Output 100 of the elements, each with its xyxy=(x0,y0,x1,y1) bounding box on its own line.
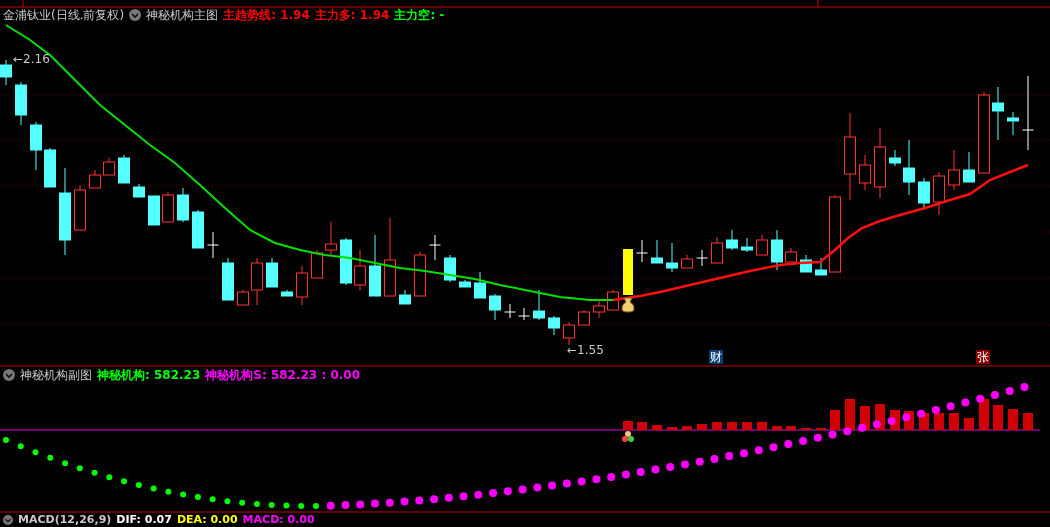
candlestick xyxy=(429,234,441,261)
indicator-dot xyxy=(180,491,187,498)
candlestick xyxy=(222,257,234,301)
candlestick xyxy=(815,257,827,276)
indicator-dot xyxy=(562,479,571,488)
indicator-dot xyxy=(828,430,837,439)
histogram-bar xyxy=(682,426,692,430)
candlestick xyxy=(74,184,86,231)
indicator-dot xyxy=(769,443,778,452)
candlestick xyxy=(593,299,605,319)
indicator-dot xyxy=(518,485,527,494)
indicator-dot xyxy=(356,500,365,509)
candlestick xyxy=(504,303,516,319)
candlestick xyxy=(251,257,263,306)
candlestick xyxy=(340,237,352,286)
money-bag-icon xyxy=(621,297,635,313)
indicator-dot xyxy=(253,501,260,507)
indicator-dot xyxy=(194,494,201,500)
indicator-dot xyxy=(710,454,719,463)
candlestick xyxy=(177,187,189,223)
candlestick xyxy=(325,221,337,256)
histogram-bar xyxy=(697,424,707,430)
candlestick xyxy=(266,257,278,288)
candlestick xyxy=(563,321,575,346)
candlestick xyxy=(162,191,174,223)
candlestick xyxy=(681,254,693,269)
indicator-dot xyxy=(150,485,157,492)
indicator-dot xyxy=(872,420,881,429)
histogram-bar xyxy=(949,413,959,430)
histogram-bar xyxy=(637,422,647,430)
indicator-dot xyxy=(62,460,69,467)
candlestick xyxy=(636,239,648,263)
candlestick xyxy=(518,307,530,321)
candlestick xyxy=(889,149,901,167)
histogram-bar xyxy=(623,421,633,430)
indicator-dot xyxy=(489,489,498,498)
candlestick xyxy=(474,271,486,299)
candlestick xyxy=(874,127,886,199)
indicator-dot xyxy=(268,501,275,508)
indicator-dot xyxy=(976,394,985,403)
indicator-dot xyxy=(799,436,808,445)
candlestick xyxy=(399,289,411,305)
indicator-dot xyxy=(784,440,793,449)
indicator-dot xyxy=(946,402,955,411)
histogram-bar xyxy=(727,422,737,430)
candlestick xyxy=(89,169,101,189)
indicator-dot xyxy=(725,452,734,461)
indicator-dot xyxy=(651,465,660,474)
price-label: ←1.55 xyxy=(567,343,604,357)
indicator-dot xyxy=(76,465,83,472)
indicator-dot xyxy=(3,437,9,443)
chevron-down-icon[interactable] xyxy=(129,9,142,21)
candlestick xyxy=(666,242,678,273)
indicator-value: 神秘机构S: 582.23 : 0.00 xyxy=(205,368,360,382)
chevron-down-icon[interactable] xyxy=(3,514,13,525)
indicator-dot xyxy=(326,501,335,510)
indicator-dot xyxy=(341,501,350,510)
histogram-bar xyxy=(993,405,1003,430)
indicator-dot xyxy=(17,443,24,450)
indicator-value: MACD(12,26,9) xyxy=(18,513,112,526)
indicator-dot xyxy=(135,482,142,489)
candlestick xyxy=(15,81,27,126)
candlestick xyxy=(607,289,619,311)
candlestick xyxy=(578,309,590,326)
candlestick xyxy=(918,177,930,211)
candlestick xyxy=(771,229,783,271)
indicator-dot xyxy=(298,502,305,509)
candlestick xyxy=(237,289,249,306)
candlestick xyxy=(800,254,812,273)
histogram-bar xyxy=(786,426,796,430)
indicator-dot xyxy=(1005,386,1014,395)
candlestick xyxy=(0,59,12,86)
candlestick xyxy=(444,254,456,283)
histogram-bar xyxy=(742,422,752,430)
indicator-dot xyxy=(91,469,98,476)
indicator-dot xyxy=(902,413,911,422)
indicator-dot xyxy=(224,498,231,505)
indicator-dot xyxy=(754,446,763,455)
histogram-bar xyxy=(772,426,782,430)
indicator-dot xyxy=(931,406,940,415)
indicator-dot xyxy=(415,496,424,505)
histogram-bar xyxy=(652,425,662,430)
indicator-dot xyxy=(843,427,852,436)
candlestick xyxy=(785,247,797,263)
indicator-value: DIF: 0.07 xyxy=(116,513,172,526)
chevron-down-icon[interactable] xyxy=(3,369,15,381)
signal-bar xyxy=(623,249,633,295)
indicator-dot xyxy=(503,487,512,496)
histogram-bar xyxy=(845,399,855,430)
candlestick xyxy=(726,229,738,251)
candlestick xyxy=(369,234,381,297)
indicator-dot xyxy=(459,492,468,501)
histogram-bar xyxy=(934,413,944,430)
candlestick xyxy=(548,315,560,336)
indicator-dot xyxy=(47,454,54,461)
candlestick xyxy=(118,154,130,184)
indicator-dot xyxy=(444,493,453,502)
candlestick xyxy=(756,234,768,256)
histogram-bar xyxy=(757,422,767,430)
event-marker: 张 xyxy=(976,350,990,364)
